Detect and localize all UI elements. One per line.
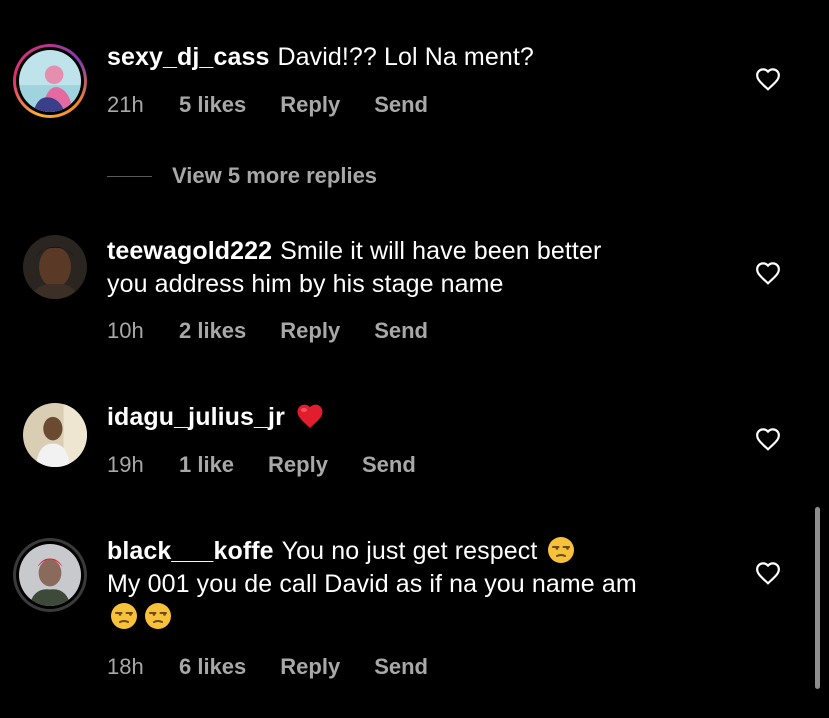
comment-text: black___koffe You no just get respect My … [107, 535, 719, 634]
avatar-image [19, 544, 81, 606]
comment-likes[interactable]: 1 like [179, 452, 234, 478]
comment-time: 10h [107, 318, 144, 343]
comment-likes[interactable]: 2 likes [179, 318, 246, 344]
comment-time: 21h [107, 92, 144, 117]
like-heart-icon[interactable] [755, 561, 781, 585]
unamused-face-emoji [546, 535, 576, 565]
avatar[interactable] [23, 235, 87, 299]
comment-body: David!?? Lol Na ment? [277, 43, 534, 71]
avatar[interactable] [13, 538, 87, 612]
view-more-replies[interactable]: View 5 more replies [107, 163, 377, 189]
like-heart-icon[interactable] [755, 261, 781, 285]
avatar-image [19, 50, 81, 112]
send-button[interactable]: Send [374, 654, 428, 680]
reply-button[interactable]: Reply [280, 654, 340, 680]
avatar-image [23, 235, 87, 299]
comment-username[interactable]: idagu_julius_jr [107, 403, 285, 431]
comment-body: You no just get respect [281, 537, 538, 565]
comment-meta: 19h 1 like Reply Send [107, 452, 416, 478]
reply-button[interactable]: Reply [280, 92, 340, 118]
comment-text: teewagold222 Smile it will have been bett… [107, 235, 719, 301]
comment-username[interactable]: sexy_dj_cass [107, 43, 269, 71]
comment-meta: 18h 6 likes Reply Send [107, 654, 428, 680]
reply-button[interactable]: Reply [280, 318, 340, 344]
like-heart-icon[interactable] [755, 67, 781, 91]
view-replies-label[interactable]: View 5 more replies [172, 163, 377, 189]
avatar[interactable] [23, 403, 87, 467]
send-button[interactable]: Send [374, 318, 428, 344]
reply-thread-line [107, 175, 152, 177]
comment-meta: 10h 2 likes Reply Send [107, 318, 428, 344]
comment-time: 19h [107, 452, 144, 477]
avatar[interactable] [13, 44, 87, 118]
comment-text: sexy_dj_cass David!?? Lol Na ment? [107, 41, 719, 74]
unamused-face-emoji [109, 601, 139, 631]
like-heart-icon[interactable] [755, 427, 781, 451]
send-button[interactable]: Send [374, 92, 428, 118]
comment-body-line2: you address him by his stage name [107, 270, 504, 298]
comment-likes[interactable]: 6 likes [179, 654, 246, 680]
comment-username[interactable]: teewagold222 [107, 237, 272, 265]
comment-likes[interactable]: 5 likes [179, 92, 246, 118]
comment-text: idagu_julius_jr [107, 401, 719, 434]
comment-time: 18h [107, 654, 144, 679]
comment-body-line2: My 001 you de call David as if na you na… [107, 570, 637, 598]
send-button[interactable]: Send [362, 452, 416, 478]
reply-button[interactable]: Reply [268, 452, 328, 478]
unamused-face-emoji [143, 601, 173, 631]
comment-body: Smile it will have been better [280, 237, 602, 265]
comment-username[interactable]: black___koffe [107, 537, 274, 565]
scrollbar[interactable] [815, 507, 820, 689]
comment-meta: 21h 5 likes Reply Send [107, 92, 428, 118]
avatar-image [23, 403, 87, 467]
red-heart-emoji [295, 401, 325, 431]
